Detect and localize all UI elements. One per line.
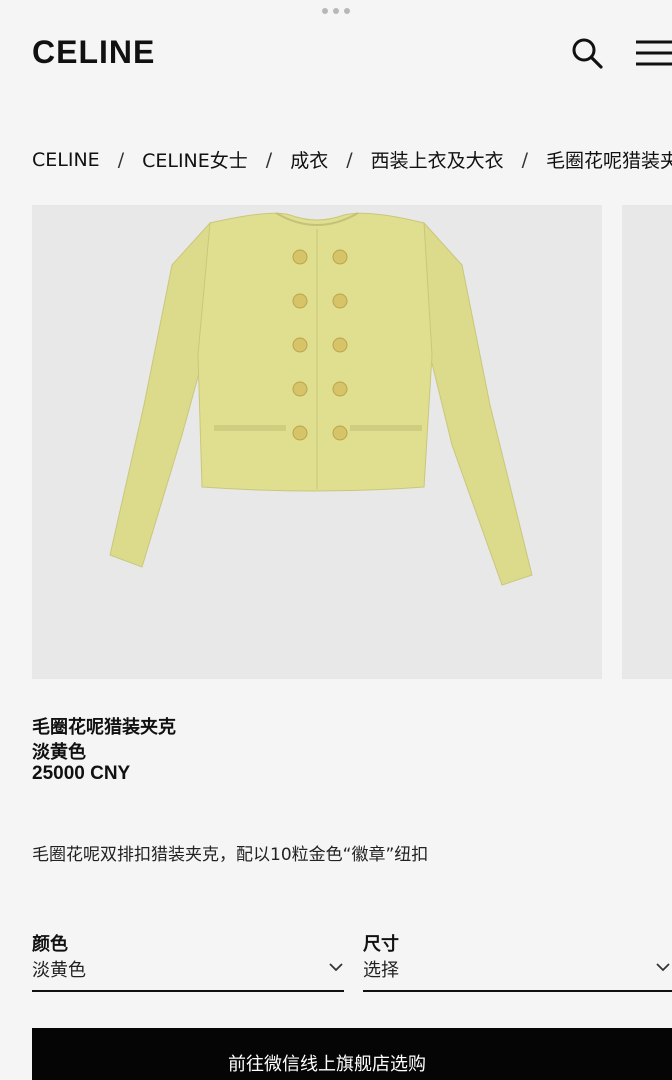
breadcrumb-separator: / [265, 148, 273, 171]
breadcrumb: CELINE / CELINE女士 / 成衣 / 西装上衣及大衣 / 毛圈花呢猎… [32, 146, 672, 173]
chevron-down-icon [656, 963, 670, 972]
color-label: 颜色 [32, 934, 68, 955]
chevron-down-icon [329, 963, 343, 972]
buy-on-wechat-button[interactable]: 前往微信线上旗舰店选购 [32, 1028, 672, 1080]
breadcrumb-item-women[interactable]: CELINE女士 [142, 146, 248, 173]
breadcrumb-separator: / [521, 148, 529, 171]
product-color: 淡黄色 [32, 742, 86, 763]
product-description: 毛圈花呢双排扣猎装夹克，配以10粒金色“徽章”纽扣 [32, 845, 429, 865]
breadcrumb-item-ready-to-wear[interactable]: 成衣 [290, 146, 328, 173]
search-icon[interactable] [570, 36, 604, 70]
site-header: CELINE [0, 30, 672, 74]
breadcrumb-separator: / [117, 148, 125, 171]
size-label: 尺寸 [363, 934, 399, 955]
product-page: CELINE CELINE / CELINE女士 / 成衣 / 西装上衣及大衣 … [0, 0, 672, 1080]
breadcrumb-item-current: 毛圈花呢猎装夹 [546, 150, 672, 172]
next-product-image[interactable] [622, 205, 672, 679]
product-price: 25000 CNY [32, 763, 131, 784]
product-name: 毛圈花呢猎装夹克 [32, 717, 176, 738]
breadcrumb-item-celine[interactable]: CELINE [32, 149, 100, 171]
hamburger-menu-icon[interactable] [634, 36, 672, 70]
cta-label: 前往微信线上旗舰店选购 [228, 1054, 426, 1075]
more-dots-icon[interactable] [322, 8, 350, 14]
size-value: 选择 [363, 960, 399, 981]
breadcrumb-separator: / [346, 148, 353, 171]
breadcrumb-item-jackets-coats[interactable]: 西装上衣及大衣 [371, 146, 504, 173]
brand-logo[interactable]: CELINE [32, 34, 155, 71]
jacket-illustration [109, 212, 533, 586]
product-image[interactable] [32, 205, 602, 679]
color-value: 淡黄色 [32, 960, 86, 981]
color-select[interactable]: 颜色 淡黄色 [32, 928, 344, 992]
size-select[interactable]: 尺寸 选择 [363, 928, 672, 992]
